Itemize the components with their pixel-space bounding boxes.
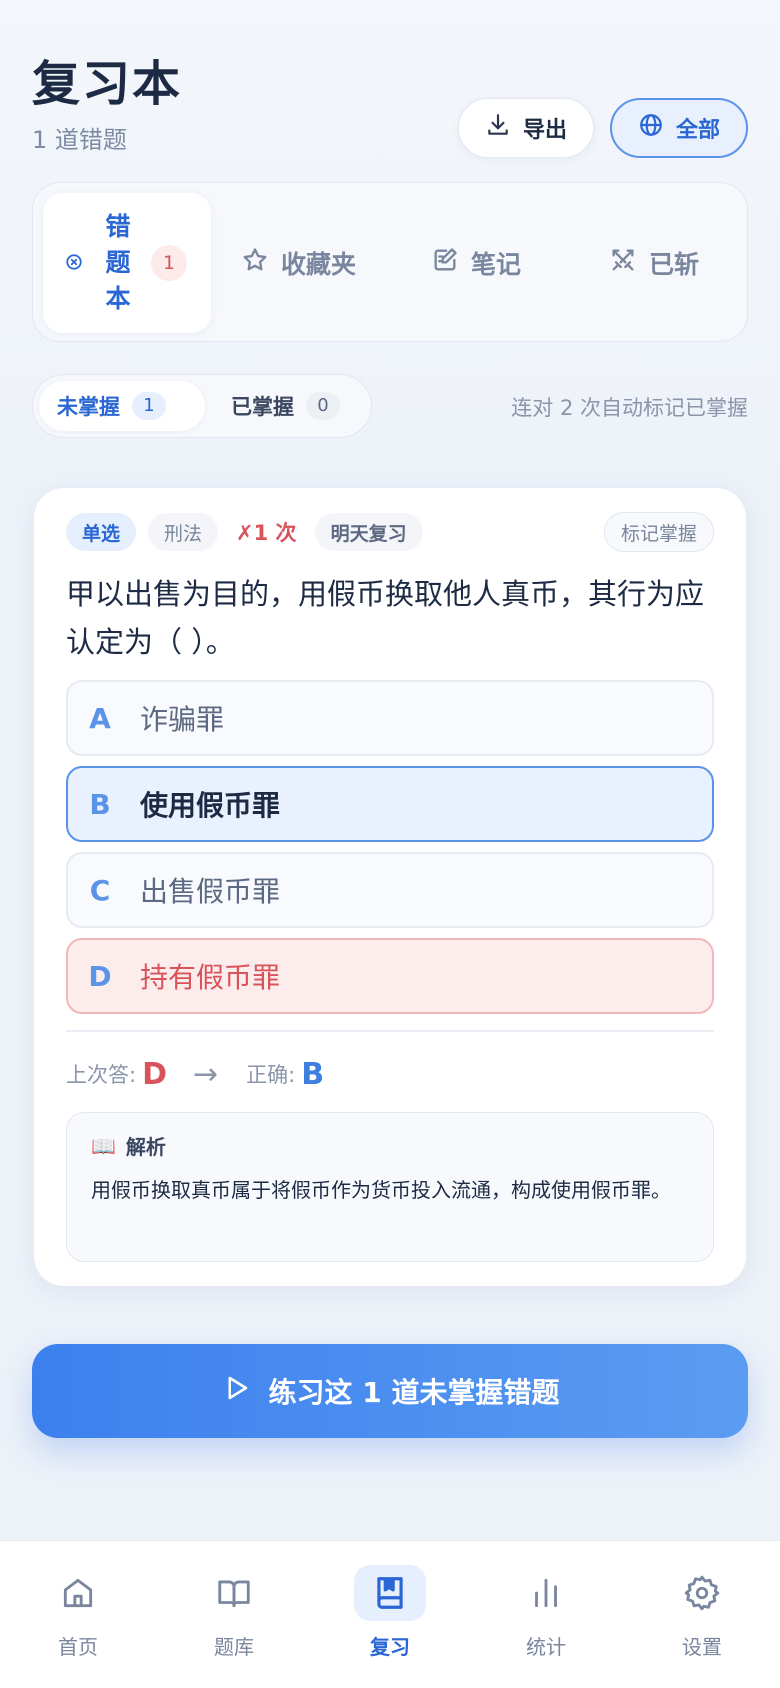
- home-icon: [42, 1565, 114, 1621]
- tab-slain[interactable]: 已斩: [609, 239, 699, 287]
- scope-all-label: 全部: [675, 118, 720, 143]
- nav-statistics[interactable]: 统计: [496, 1565, 596, 1675]
- nav-question-bank-label: 题库: [214, 1635, 254, 1659]
- tab-wrong-book-label: 错 题 本: [103, 209, 133, 317]
- nav-settings[interactable]: 设置: [652, 1565, 752, 1675]
- page-title: 复习本: [32, 56, 183, 112]
- question-card: 单选 刑法 ✗1 次 明天复习 标记掌握 甲以出售为目的，用假币换取他人真币，其…: [34, 488, 746, 1286]
- correct-answer-label: 正确:: [246, 1063, 296, 1087]
- download-icon: [485, 112, 511, 144]
- nav-home-label: 首页: [58, 1635, 98, 1659]
- gear-icon: [666, 1565, 738, 1621]
- nav-statistics-label: 统计: [526, 1635, 566, 1659]
- filter-mastered[interactable]: 已掌握 0: [213, 381, 363, 431]
- bottom-nav: 首页 题库 复习 统计 设置: [0, 1540, 780, 1688]
- review-schedule-tag: 明天复习: [314, 513, 423, 551]
- filter-unmastered-count: 1: [132, 392, 166, 420]
- correct-answer-value: B: [301, 1056, 325, 1092]
- arrow-icon: →: [192, 1056, 219, 1092]
- note-edit-icon: [431, 246, 459, 280]
- option-text: 诈骗罪: [140, 703, 225, 736]
- option-text: 持有假币罪: [140, 961, 281, 994]
- option-text: 出售假币罪: [140, 875, 281, 908]
- option-c[interactable]: C 出售假币罪: [66, 852, 714, 928]
- page-subtitle: 1 道错题: [32, 126, 127, 154]
- tab-label-char: 本: [105, 284, 131, 313]
- auto-mastery-hint: 连对 2 次自动标记已掌握: [511, 396, 748, 420]
- practice-button[interactable]: 练习这 1 道未掌握错题: [32, 1344, 748, 1438]
- explanation-box: 📖 解析 用假币换取真币属于将假币作为货币投入流通，构成使用假币罪。: [66, 1112, 714, 1262]
- circle-x-icon: [65, 253, 83, 275]
- option-letter: D: [88, 959, 112, 993]
- explanation-title: 解析: [125, 1135, 166, 1159]
- export-button[interactable]: 导出: [458, 98, 594, 158]
- option-d[interactable]: D 持有假币罪: [66, 938, 714, 1014]
- subject-tag: 刑法: [148, 513, 219, 551]
- nav-question-bank[interactable]: 题库: [184, 1565, 284, 1675]
- practice-label: 练习这 1 道未掌握错题: [268, 1376, 560, 1409]
- filter-mastered-label: 已掌握: [231, 395, 294, 419]
- filter-unmastered-label: 未掌握: [57, 395, 120, 419]
- nav-review-label: 复习: [370, 1635, 410, 1659]
- mark-mastered-button[interactable]: 标记掌握: [603, 512, 714, 552]
- tab-favorites-label: 收藏夹: [281, 250, 357, 279]
- tab-wrong-book-count: 1: [151, 245, 187, 281]
- divider: [66, 1030, 714, 1032]
- question-stem: 甲以出售为目的，用假币换取他人真币，其行为应认定为（ ）。: [66, 577, 705, 659]
- option-letter: B: [89, 787, 111, 821]
- last-answer-value: D: [142, 1056, 167, 1092]
- explanation-header: 📖 解析: [91, 1131, 166, 1160]
- nav-review[interactable]: 复习: [340, 1565, 440, 1675]
- tab-label-char: 题: [105, 248, 131, 277]
- bar-chart-icon: [510, 1565, 582, 1621]
- tab-notes-label: 笔记: [471, 250, 522, 279]
- question-tags: 单选 刑法 ✗1 次 明天复习: [66, 512, 423, 552]
- question-type-tag: 单选: [66, 513, 137, 551]
- bookmark-book-icon: [354, 1565, 426, 1621]
- last-answer-label: 上次答:: [66, 1063, 137, 1087]
- wrong-count-tag: ✗1 次: [236, 521, 297, 545]
- tab-favorites[interactable]: 收藏夹: [241, 239, 356, 287]
- export-label: 导出: [522, 118, 567, 143]
- tab-slain-label: 已斩: [649, 250, 700, 279]
- filter-mastered-count: 0: [306, 392, 340, 420]
- star-icon: [241, 246, 269, 280]
- globe-icon: [638, 112, 664, 144]
- option-text: 使用假币罪: [140, 789, 281, 822]
- filter-unmastered[interactable]: 未掌握 1: [39, 381, 205, 431]
- book-open-icon: [198, 1565, 270, 1621]
- explanation-text: 用假币换取真币属于将假币作为货币投入流通，构成使用假币罪。: [91, 1178, 671, 1202]
- option-letter: C: [89, 873, 111, 907]
- option-letter: A: [89, 701, 111, 735]
- book-icon: 📖: [91, 1133, 116, 1158]
- mastery-switch: 未掌握 1 已掌握 0: [32, 374, 372, 438]
- nav-home[interactable]: 首页: [28, 1565, 128, 1675]
- tab-wrong-book[interactable]: 错 题 本 1: [43, 193, 211, 333]
- scope-all-button[interactable]: 全部: [610, 98, 748, 158]
- nav-settings-label: 设置: [682, 1635, 722, 1659]
- category-tabs: 错 题 本 1 收藏夹 笔记 已斩: [32, 182, 748, 342]
- option-a[interactable]: A 诈骗罪: [66, 680, 714, 756]
- tab-notes[interactable]: 笔记: [431, 239, 521, 287]
- tab-label-char: 错: [105, 212, 131, 241]
- crossed-swords-icon: [609, 246, 637, 280]
- answer-comparison: 上次答: D → 正确: B: [66, 1054, 324, 1094]
- option-b[interactable]: B 使用假币罪: [66, 766, 714, 842]
- play-icon: [221, 1373, 251, 1410]
